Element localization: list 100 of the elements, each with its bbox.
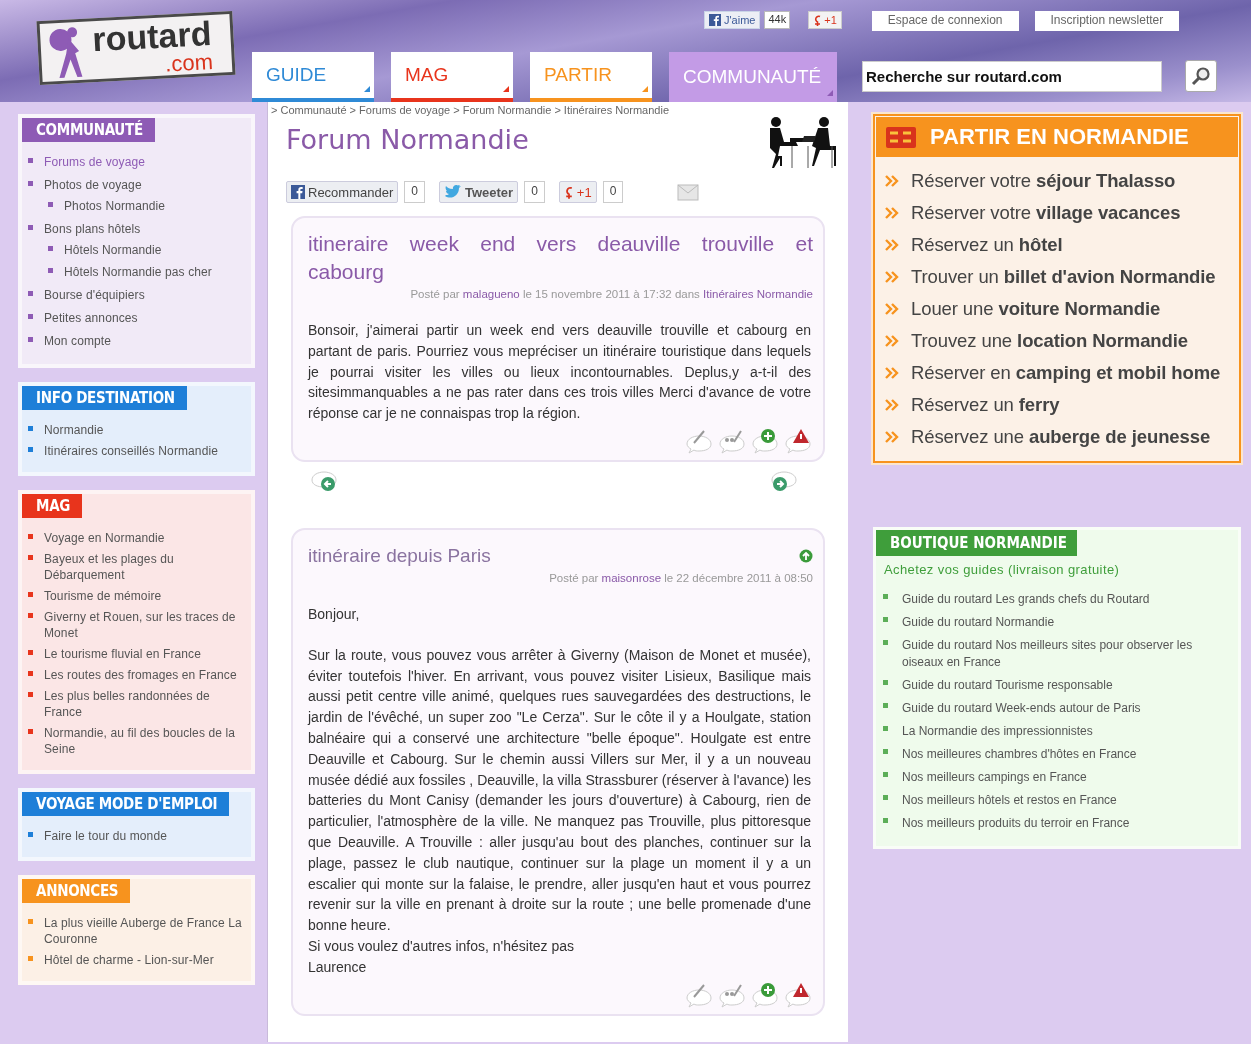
quote-bubble-icon[interactable] [717,428,747,454]
partir-link[interactable]: Réserver en camping et mobil home [911,362,1221,384]
partir-link[interactable]: Réservez un hôtel [911,234,1063,256]
shop-link[interactable]: Guide du routard Week-ends autour de Paris [902,700,1230,717]
post-text: Bonsoir, j'aimerai partir un week end vers deauville trouville et cabourg en partant de paris. Pourriez vous mepréciser un itinéraire touristique dans lequels je pourrai visiter les villes ou lieux incontournables. Deplus,y a-t-il des sitesimmanquables a ne pas rater dans ces trois villes Merci d'avance de votre réponse car je ne connaispas trop la région. [308,321,812,424]
bullet-icon [28,729,33,734]
plus-bubble-icon[interactable] [750,981,780,1008]
partir-link[interactable]: Trouver un billet d'avion Normandie [911,266,1216,288]
sidebar-link[interactable]: Bayeux et les plages du Débarquement [44,551,245,583]
sidebar-link[interactable]: Petites annonces [44,310,245,326]
bullet-icon [28,692,33,697]
share-button[interactable]: Recommander [286,181,399,203]
panel-title: PARTIR EN NORMANDIE [930,124,1189,150]
up-arrow-icon[interactable] [799,549,813,563]
shop-link[interactable]: Guide du routard Nos meilleurs sites pour observer les oiseaux en France [902,637,1230,671]
author-link[interactable]: malagueno [462,288,520,300]
pencil-bubble-icon[interactable] [684,428,714,454]
panel-title: BOUTIQUE NORMANDIE [876,530,1078,556]
post-title: itineraire week end vers deauville trouville et cabourg [308,231,813,285]
sidebar-link[interactable]: Faire le tour du monde [44,828,245,844]
bullet-icon [28,650,33,655]
bullet-icon [883,749,888,754]
breadcrumb: > Communauté > Forums de voyage > Forum Normandie > Itinéraires Normandie [270,103,670,116]
sidebar-link[interactable]: Photos Normandie [64,198,239,214]
shop-link[interactable]: Nos meilleurs hôtels et restos en France [902,792,1230,809]
bullet-icon [883,726,888,731]
author-link[interactable]: maisonrose [601,572,662,584]
bullet-icon [28,181,33,186]
sidebar-link[interactable]: Tourisme de mémoire [44,588,245,604]
bullet-icon [28,426,33,431]
nav-tab[interactable]: MAG [391,52,513,102]
shop-link[interactable]: Guide du routard Tourisme responsable [902,677,1230,694]
category-link[interactable]: Itinéraires Normandie [703,288,813,300]
bullet-icon [883,818,888,823]
bullet-icon [28,534,33,539]
bullet-icon [48,202,53,207]
panel-title: VOYAGE MODE D'EMPLOI [22,792,230,816]
g-icon [563,185,574,199]
double-chevron-icon [885,399,899,411]
sidebar-link[interactable]: La plus vieille Auberge de France La Couronne [44,915,245,947]
sidebar-link[interactable]: Normandie, au fil des boucles de la Seine [44,725,245,757]
sidebar-link[interactable]: Les routes des fromages en France [44,667,245,683]
shop-link[interactable]: Guide du routard Les grands chefs du Routard [902,591,1230,608]
like-button[interactable]: J'aime [704,11,761,29]
shop-link[interactable]: Nos meilleurs produits du terroir en France [902,815,1230,832]
double-chevron-icon [885,367,899,379]
bullet-icon [28,592,33,597]
search-field[interactable]: Recherche sur routard.com [862,60,1162,92]
warning-bubble-icon[interactable] [783,428,813,454]
sidebar-link[interactable]: Hôtel de charme - Lion-sur-Mer [44,952,245,968]
header-link[interactable]: Espace de connexion [871,11,1019,31]
double-chevron-icon [885,335,899,347]
bullet-icon [28,337,33,342]
sidebar-link[interactable]: Forums de voyage [44,154,245,170]
sidebar-link[interactable]: Photos de voyage [44,177,245,193]
shop-link[interactable]: Nos meilleures chambres d'hôtes en France [902,746,1230,763]
share-button[interactable]: Tweeter [438,181,519,203]
sidebar-link[interactable]: Les plus belles randonnées de France [44,688,245,720]
post-text: Sur la route, vous pouvez vous arrêter à Giverny (Maison de Monet et musée), éviter toutefois l'hiver. En arrivant, vous pouvez visiter Lisieux, Basilique mais aussi petit centre ville animé, quelques rues sauvegardées des destructions, le jardin de l'évêché, un super zoo "Le Cerza". Sur le côte il y a Houlgate, station balnéaire qui a conservé une architecture "belle époque". Houlgate est entre Deauville et Cabourg. Sur le chemin aussi Villers sur Mer, il y a un nouveau musée dédié aux fossiles , Deauville, la villa Strassburer (réserver à l'avance) les batteries du Mont Canisy (demander les jours d'ouverture) à Cabourg, rien de particulier, l'atmosphère de la ville. Ne manquez pas Trouville, plus pittoresque que Deauville. A Trouville : aller jusqu'au bout des planches, continuer sur la plage, passez le club nautique, continuer sur la plage un moment il y a un escalier qui monte sur la falaise, le prendre, aller jusqu'en haut et vous pourrez revenir sur la ville en prenant à droite sur la route ; une belle promenade d'une bonne heure. Si vous voulez d'autres infos, n'hésitez pas Laurence [308,645,812,977]
partir-link[interactable]: Réserver votre séjour Thalasso [911,170,1176,192]
double-chevron-icon [885,239,899,251]
plus-one-button[interactable]: +1 [808,11,842,29]
search-button[interactable] [1185,60,1217,92]
partir-link[interactable]: Trouvez une location Normandie [911,330,1188,352]
shop-link[interactable]: Guide du routard Normandie [902,614,1230,631]
flag-icon [886,126,916,148]
share-count: 0 [602,181,624,203]
panel-title: INFO DESTINATION [22,386,187,410]
shop-link[interactable]: Nos meilleurs campings en France [902,769,1230,786]
partir-link[interactable]: Réservez une auberge de jeunesse [911,426,1211,448]
sidebar-link[interactable]: Le tourisme fluvial en France [44,646,245,662]
bullet-icon [48,246,53,251]
sidebar-link[interactable]: Mon compte [44,333,245,349]
plus-bubble-icon[interactable] [750,428,780,454]
double-chevron-icon [885,303,899,315]
sidebar-link[interactable]: Itinéraires conseillés Normandie [44,443,245,459]
sidebar-link[interactable]: Normandie [44,422,245,438]
bullet-icon [883,594,888,599]
header-link[interactable]: Inscription newsletter [1034,11,1180,31]
nav-tab[interactable]: GUIDE [252,52,374,102]
sidebar-link[interactable]: Bons plans hôtels [44,221,245,237]
sidebar-link[interactable]: Giverny et Rouen, sur les traces de Monet [44,609,245,641]
bullet-icon [28,613,33,618]
facebook-icon [709,14,721,26]
search-icon [1191,66,1211,86]
bullet-icon [28,291,33,296]
sidebar-link[interactable]: Hôtels Normandie pas cher [64,264,239,280]
sidebar-link[interactable]: Bourse d'équipiers [44,287,245,303]
share-count: 0 [404,181,425,203]
partir-link[interactable]: Réserver votre village vacances [911,202,1181,224]
warning-bubble-icon[interactable] [783,981,813,1008]
double-chevron-icon [885,175,899,187]
partir-link[interactable]: Louer une voiture Normandie [911,298,1161,320]
shop-link[interactable]: La Normandie des impressionnistes [902,723,1230,740]
panel-title: COMMUNAUTÉ [22,118,155,142]
share-button[interactable]: +1 [558,181,597,203]
logo[interactable]: routard .com [36,10,236,86]
sidebar-link[interactable]: Voyage en Normandie [44,530,245,546]
sidebar-link[interactable]: Hôtels Normandie [64,242,239,258]
partir-link[interactable]: Réservez un ferry [911,394,1060,416]
